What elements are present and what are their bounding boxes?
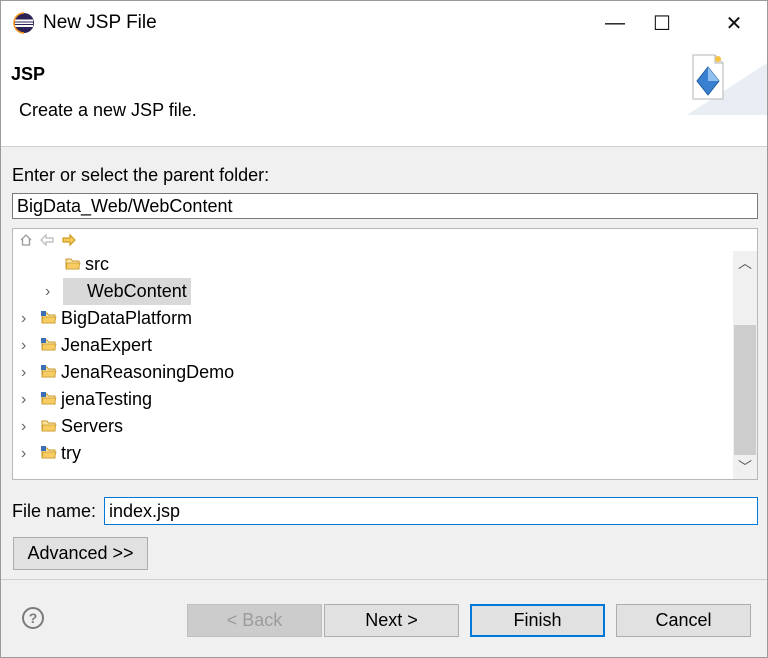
- cancel-button[interactable]: Cancel: [616, 604, 751, 637]
- expand-chevron-icon[interactable]: ›: [21, 305, 33, 332]
- tree-item[interactable]: › Servers: [13, 413, 733, 440]
- forward-arrow-icon[interactable]: [61, 233, 77, 247]
- folder-tree[interactable]: src › WebContent › BigDataPlatform › JenaExper…: [12, 228, 758, 480]
- banner-title: JSP: [11, 64, 46, 84]
- jsp-file-icon: [687, 54, 767, 115]
- eclipse-icon: [13, 12, 34, 34]
- scroll-up-button[interactable]: ︿: [733, 251, 757, 275]
- separator: [1, 579, 767, 580]
- expand-chevron-icon[interactable]: ›: [21, 332, 33, 359]
- tree-item-label: BigDataPlatform: [61, 308, 193, 328]
- expand-chevron-icon[interactable]: ›: [45, 278, 57, 305]
- title-bar: New JSP File — ☐ ✕: [1, 1, 767, 45]
- window-title: New JSP File: [43, 12, 157, 33]
- file-name-label: File name:: [12, 501, 97, 521]
- tree-item-label: jenaTesting: [61, 389, 153, 409]
- back-button[interactable]: < Back: [187, 604, 322, 637]
- tree-item-label: JenaExpert: [61, 335, 153, 355]
- minimize-button[interactable]: —: [592, 1, 638, 45]
- home-icon[interactable]: [19, 233, 33, 247]
- tree-item[interactable]: › JenaExpert: [13, 332, 733, 359]
- advanced-button[interactable]: Advanced >>: [13, 537, 148, 570]
- expand-chevron-icon[interactable]: ›: [21, 359, 33, 386]
- project-icon: [41, 446, 57, 459]
- next-button[interactable]: Next >: [324, 604, 459, 637]
- minimize-icon: —: [605, 11, 625, 34]
- close-button[interactable]: ✕: [711, 1, 757, 45]
- tree-item[interactable]: › BigDataPlatform: [13, 305, 733, 332]
- project-icon: [41, 338, 57, 351]
- tree-item-label: src: [85, 254, 109, 274]
- tree-item[interactable]: src: [13, 251, 733, 278]
- parent-folder-label: Enter or select the parent folder:: [12, 165, 270, 185]
- expand-chevron-icon[interactable]: ›: [21, 386, 33, 413]
- wizard-banner: JSP Create a new JSP file.: [1, 45, 767, 147]
- scroll-down-button[interactable]: ﹀: [733, 455, 757, 479]
- scroll-thumb[interactable]: [734, 325, 756, 455]
- chevron-down-icon: ﹀: [738, 459, 752, 475]
- new-jsp-file-dialog: New JSP File — ☐ ✕ JSP Create a new JSP …: [0, 0, 768, 658]
- parent-folder-input[interactable]: BigData_Web/WebContent: [12, 193, 758, 219]
- maximize-button[interactable]: ☐: [639, 1, 685, 45]
- finish-button[interactable]: Finish: [470, 604, 605, 637]
- folder-icon: [65, 258, 81, 270]
- expand-chevron-icon[interactable]: ›: [21, 440, 33, 467]
- tree-toolbar: [19, 233, 77, 249]
- tree-item[interactable]: › WebContent: [13, 278, 733, 305]
- project-icon: [41, 365, 57, 378]
- tree-item-label: WebContent: [63, 278, 191, 305]
- tree-item-label: try: [61, 443, 81, 463]
- close-icon: ✕: [725, 12, 743, 35]
- folder-icon: [41, 420, 57, 432]
- tree-item-label: JenaReasoningDemo: [61, 362, 235, 382]
- maximize-icon: ☐: [653, 12, 671, 35]
- banner-description: Create a new JSP file.: [19, 100, 197, 120]
- tree-item[interactable]: › JenaReasoningDemo: [13, 359, 733, 386]
- help-icon[interactable]: ?: [22, 607, 44, 629]
- file-name-input[interactable]: index.jsp: [104, 497, 758, 525]
- tree-scrollbar[interactable]: ︿ ﹀: [733, 251, 757, 479]
- tree-item[interactable]: › jenaTesting: [13, 386, 733, 413]
- tree-item-label: Servers: [61, 416, 124, 436]
- project-icon: [41, 311, 57, 324]
- chevron-up-icon: ︿: [738, 255, 752, 271]
- back-arrow-icon[interactable]: [39, 233, 55, 247]
- expand-chevron-icon[interactable]: ›: [21, 413, 33, 440]
- tree-item[interactable]: › try: [13, 440, 733, 467]
- project-icon: [41, 392, 57, 405]
